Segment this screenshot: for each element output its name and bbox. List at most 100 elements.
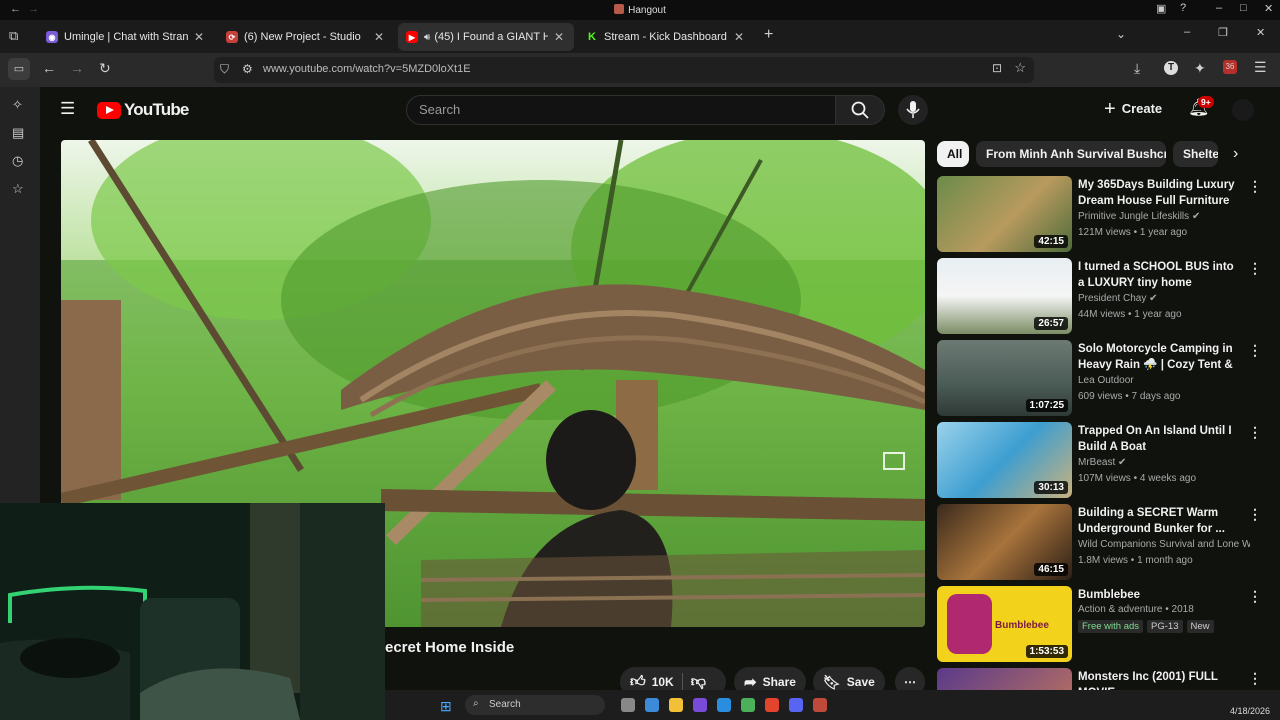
tab-actions-icon[interactable]: ⧉ [9,28,18,44]
hamburger-menu-icon[interactable]: ☰ [60,99,75,119]
tab-list-chevron-icon[interactable]: ⌄ [1116,27,1126,41]
shield-icon[interactable]: ⛉ [220,62,229,77]
file-explorer-icon[interactable] [669,698,683,712]
chip-next-chevron-icon[interactable]: › [1233,145,1238,163]
recommendation-item[interactable]: 1:07:25 Solo Motorcycle Camping in Heavy… [937,340,1262,418]
restore-icon[interactable]: ❐ [1218,26,1228,39]
tab-studio[interactable]: ⟳ (6) New Project - Studio ✕ [218,23,394,51]
bookmark-star-icon[interactable]: ☆ [1014,60,1026,76]
more-options-icon[interactable]: ⋮ [1248,260,1262,277]
youtube-logo[interactable]: YouTube [97,100,189,120]
recommendation-item[interactable]: 42:15 My 365Days Building Luxury Dream H… [937,176,1262,254]
search-button[interactable] [835,95,885,125]
download-icon[interactable]: ⤓ [1134,60,1140,77]
task-view-icon[interactable] [621,698,635,712]
recommendation-item[interactable]: 30:13 Trapped On An Island Until I Build… [937,422,1262,500]
thumbnail[interactable]: 1:07:25 [937,340,1072,416]
youtube-header: ☰ YouTube Search + Create 🔔︎ 9+ [40,87,1280,133]
store-icon[interactable] [741,698,755,712]
chip-shelter[interactable]: Shelte [1173,141,1218,167]
more-options-icon[interactable]: ⋮ [1248,670,1257,687]
voice-search-button[interactable] [898,95,928,125]
notifications-button[interactable]: 🔔︎ 9+ [1188,96,1214,118]
thumbnail[interactable]: 26:57 [937,258,1072,334]
poster-title: Bumblebee [995,620,1049,631]
edge-icon[interactable] [645,698,659,712]
browser-toolbar: ▭ ← → ↻ ⛉ ⚙ www.youtube.com/watch?v=5MZD… [0,53,1280,87]
help-icon[interactable]: ? [1180,2,1186,14]
extension-icon[interactable]: 36 [1223,60,1237,74]
tab-strip: ⧉ ◉ Umingle | Chat with Strangers In ✕ ⟳… [0,20,1280,53]
more-options-icon[interactable]: ⋮ [1248,506,1262,523]
window-title: Hangout [0,4,1280,16]
thumbnail[interactable]: 30:13 [937,422,1072,498]
tab-close-icon[interactable]: ✕ [374,30,384,44]
share-icon: ➦ [744,674,757,691]
chip-from-channel[interactable]: From Minh Anh Survival Bushcraft [976,141,1166,167]
new-tab-icon[interactable]: + [764,26,773,44]
verified-icon: ✔ [1191,211,1201,222]
webcam-frame [0,503,385,720]
more-options-icon[interactable]: ⋮ [1248,178,1262,195]
bookmark-icon: 🔖︎ [823,673,841,690]
more-options-icon[interactable]: ⋮ [1248,588,1262,605]
thumbnail[interactable]: Bumblebee 1:53:53 [937,586,1072,662]
chip-all[interactable]: All [937,141,969,167]
tab-kick[interactable]: K Stream - Kick Dashboard ✕ [578,23,754,51]
close-icon[interactable]: ✕ [1264,2,1273,15]
create-button[interactable]: + Create [1104,99,1162,119]
tab-youtube[interactable]: ▶ 🔊︎ (45) I Found a GIANT HOLLO ✕ [398,23,574,51]
badges: Free with ads PG-13 New [1078,620,1218,633]
favorites-star-icon[interactable]: ☆ [12,181,24,197]
close-window-icon[interactable]: ✕ [1256,26,1265,39]
verified-icon: ✔ [1149,293,1158,304]
profile-extension-icon[interactable]: T [1164,61,1178,75]
tab-close-icon[interactable]: ✕ [194,30,204,44]
app-icon[interactable] [813,698,827,712]
site-settings-icon[interactable]: ⚙ [242,62,253,76]
minimize-icon[interactable]: – [1216,2,1222,14]
back-icon[interactable]: ← [42,60,56,76]
thumbnail[interactable]: 46:15 [937,504,1072,580]
webcam-overlay [0,503,385,720]
recommendation-item[interactable]: 26:57 I turned a SCHOOL BUS into a LUXUR… [937,258,1262,336]
minimize-icon[interactable]: – [1184,26,1190,38]
like-button[interactable]: 👍︎ 10K [630,673,674,691]
cast-icon[interactable]: ▣ [1156,2,1166,15]
dislike-button[interactable]: 👎︎ [691,673,706,691]
video-title: ecret Home Inside [385,639,515,656]
install-app-icon[interactable]: ⊡ [992,61,1002,75]
browser-sidebar: ✧ ▤ ◷ ☆ [0,87,40,507]
discord-icon[interactable] [789,698,803,712]
thumbnail[interactable]: 42:15 [937,176,1072,252]
window-titlebar: ← → Hangout ▣ ? – □ ✕ [0,0,1280,20]
copilot-icon[interactable]: ✧ [12,97,23,113]
extensions-puzzle-icon[interactable]: ✦ [1194,60,1206,77]
sidebar-toggle-icon[interactable]: ▭ [8,58,30,80]
clock-icon[interactable]: ◷ [12,153,23,169]
taskbar-search[interactable]: ⌕ Search [465,695,605,715]
url-text[interactable]: www.youtube.com/watch?v=5MZD0loXt1E [263,63,471,75]
ellipsis-icon: ⋯ [904,675,916,689]
tab-close-icon[interactable]: ✕ [734,30,744,44]
search-input[interactable]: Search [406,95,836,125]
tab-umingle[interactable]: ◉ Umingle | Chat with Strangers In ✕ [38,23,214,51]
windows-start-icon[interactable]: ⊞ [440,698,452,715]
maximize-icon[interactable]: □ [1240,2,1247,14]
avatar[interactable] [1232,99,1254,121]
history-list-icon[interactable]: ▤ [12,125,24,141]
address-bar[interactable]: ⛉ ⚙ www.youtube.com/watch?v=5MZD0loXt1E … [214,57,1034,83]
poster-figure [947,594,992,654]
more-options-icon[interactable]: ⋮ [1248,424,1262,441]
app-icon[interactable] [693,698,707,712]
kick-icon: K [586,31,598,43]
reload-icon[interactable]: ↻ [99,60,111,77]
mail-icon[interactable] [717,698,731,712]
tab-close-icon[interactable]: ✕ [554,30,564,44]
speaker-icon[interactable]: 🔊︎ [424,32,430,43]
menu-icon[interactable]: ☰ [1254,59,1267,76]
recommendation-item[interactable]: 46:15 Building a SECRET Warm Underground… [937,504,1262,582]
more-options-icon[interactable]: ⋮ [1248,342,1262,359]
brave-icon[interactable] [765,698,779,712]
recommendation-item[interactable]: Bumblebee 1:53:53 Bumblebee Action & adv… [937,586,1262,664]
